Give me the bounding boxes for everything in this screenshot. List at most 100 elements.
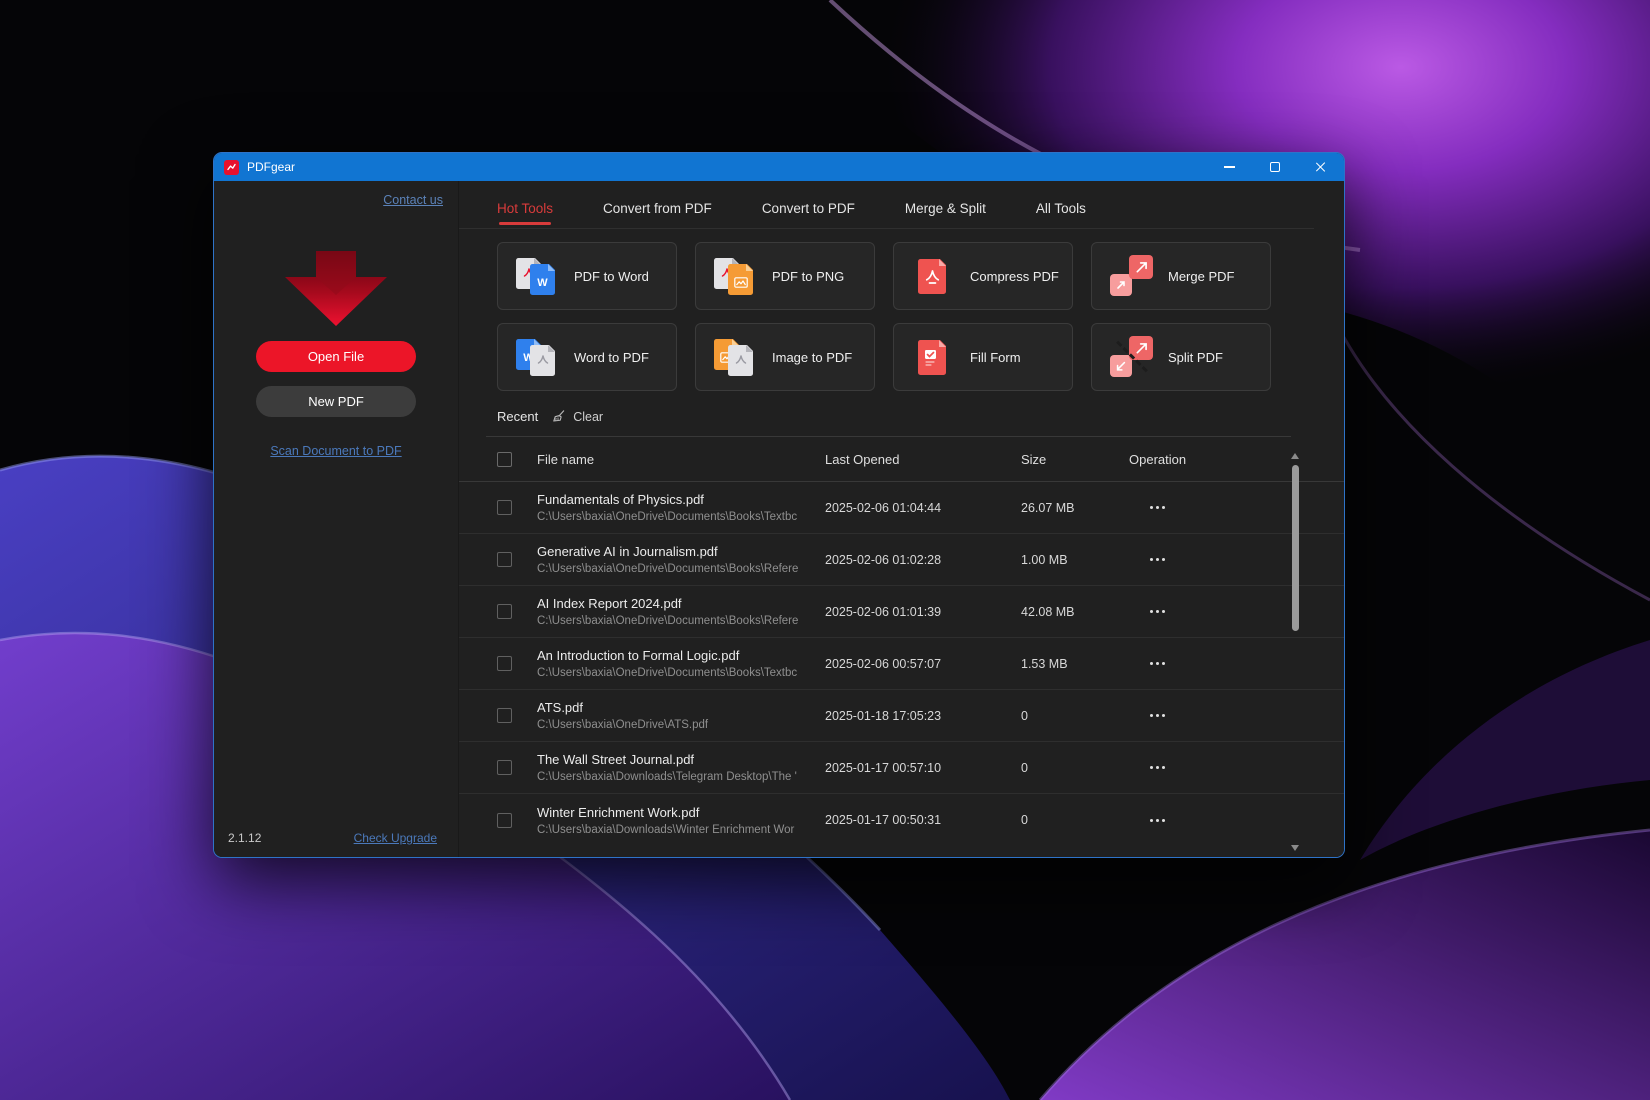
hot-tools-grid: W PDF to Word PDF to PNG <box>497 242 1344 391</box>
row-operation-menu[interactable] <box>1137 662 1177 665</box>
scroll-up-icon[interactable] <box>1291 453 1299 459</box>
file-size: 0 <box>1021 813 1129 827</box>
word-to-pdf-icon: W <box>514 335 560 379</box>
file-path: C:\Users\baxia\Downloads\Winter Enrichme… <box>537 824 825 836</box>
split-pdf-icon <box>1108 335 1154 379</box>
file-name: The Wall Street Journal.pdf <box>537 752 825 767</box>
column-file-name: File name <box>537 452 825 467</box>
row-operation-menu[interactable] <box>1137 506 1177 509</box>
tool-word-to-pdf[interactable]: W Word to PDF <box>497 323 677 391</box>
row-operation-menu[interactable] <box>1137 610 1177 613</box>
tab-all-tools[interactable]: All Tools <box>1036 201 1086 216</box>
last-opened: 2025-01-18 17:05:23 <box>825 709 1021 723</box>
scan-document-link[interactable]: Scan Document to PDF <box>270 444 401 458</box>
tool-label: Fill Form <box>970 350 1021 365</box>
tool-merge-pdf[interactable]: Merge PDF <box>1091 242 1271 310</box>
clear-recent-button[interactable]: Clear <box>573 410 603 424</box>
tool-pdf-to-word[interactable]: W PDF to Word <box>497 242 677 310</box>
file-size: 1.00 MB <box>1021 553 1129 567</box>
file-path: C:\Users\baxia\OneDrive\Documents\Books\… <box>537 511 825 523</box>
row-checkbox[interactable] <box>497 500 512 515</box>
column-size: Size <box>1021 452 1129 467</box>
last-opened: 2025-02-06 00:57:07 <box>825 657 1021 671</box>
table-row[interactable]: Winter Enrichment Work.pdf C:\Users\baxia… <box>459 794 1344 846</box>
file-size: 26.07 MB <box>1021 501 1129 515</box>
minimize-button[interactable] <box>1206 153 1252 181</box>
download-arrow-icon <box>280 249 392 329</box>
tool-label: Image to PDF <box>772 350 852 365</box>
tab-convert-to-pdf[interactable]: Convert to PDF <box>762 201 855 216</box>
tool-pdf-to-png[interactable]: PDF to PNG <box>695 242 875 310</box>
file-path: C:\Users\baxia\OneDrive\ATS.pdf <box>537 719 825 731</box>
tool-label: PDF to Word <box>574 269 649 284</box>
row-checkbox[interactable] <box>497 760 512 775</box>
tool-label: Word to PDF <box>574 350 649 365</box>
table-row[interactable]: Generative AI in Journalism.pdfC:\Users\… <box>459 534 1344 586</box>
titlebar[interactable]: PDFgear <box>214 153 1344 181</box>
tool-image-to-pdf[interactable]: Image to PDF <box>695 323 875 391</box>
row-operation-menu[interactable] <box>1137 766 1177 769</box>
row-checkbox[interactable] <box>497 656 512 671</box>
desktop: PDFgear Contact us <box>0 0 1650 1100</box>
check-upgrade-link[interactable]: Check Upgrade <box>354 831 437 845</box>
last-opened: 2025-02-06 01:04:44 <box>825 501 1021 515</box>
row-checkbox[interactable] <box>497 708 512 723</box>
row-operation-menu[interactable] <box>1137 558 1177 561</box>
maximize-icon <box>1270 162 1280 172</box>
tab-merge-split[interactable]: Merge & Split <box>905 201 986 216</box>
minimize-icon <box>1224 166 1235 167</box>
row-operation-menu[interactable] <box>1137 714 1177 717</box>
app-version: 2.1.12 <box>228 831 261 845</box>
table-row[interactable]: AI Index Report 2024.pdfC:\Users\baxia\O… <box>459 586 1344 638</box>
last-opened: 2025-02-06 01:01:39 <box>825 605 1021 619</box>
file-size: 42.08 MB <box>1021 605 1129 619</box>
tool-fill-form[interactable]: Fill Form <box>893 323 1073 391</box>
close-button[interactable] <box>1298 153 1344 181</box>
new-pdf-button[interactable]: New PDF <box>256 386 416 417</box>
sidebar: Contact us Open File New PDF Scan Docume… <box>214 181 459 858</box>
tab-convert-from-pdf[interactable]: Convert from PDF <box>603 201 712 216</box>
table-row[interactable]: ATS.pdf C:\Users\baxia\OneDrive\ATS.pdf 2… <box>459 690 1344 742</box>
select-all-checkbox[interactable] <box>497 452 512 467</box>
tool-tabs: Hot Tools Convert from PDF Convert to PD… <box>459 201 1314 229</box>
table-row[interactable]: Fundamentals of Physics.pdf C:\Users\baxi… <box>459 482 1344 534</box>
scrollbar-thumb[interactable] <box>1292 465 1299 631</box>
row-checkbox[interactable] <box>497 813 512 828</box>
file-name: An Introduction to Formal Logic.pdf <box>537 648 825 663</box>
table-row[interactable]: An Introduction to Formal Logic.pdf C:\Us… <box>459 638 1344 690</box>
file-name: Winter Enrichment Work.pdf <box>537 805 825 820</box>
recent-heading: Recent <box>497 409 538 424</box>
tool-split-pdf[interactable]: Split PDF <box>1091 323 1271 391</box>
scrollbar[interactable] <box>1291 453 1300 851</box>
last-opened: 2025-01-17 00:50:31 <box>825 813 1021 827</box>
file-path: C:\Users\baxia\Downloads\Telegram Deskto… <box>537 771 825 783</box>
file-path: C:\Users\baxia\OneDrive\Documents\Books\… <box>537 615 825 627</box>
table-row[interactable]: The Wall Street Journal.pdf C:\Users\baxi… <box>459 742 1344 794</box>
main-panel: Hot Tools Convert from PDF Convert to PD… <box>459 181 1344 858</box>
file-name: ATS.pdf <box>537 700 825 715</box>
compress-pdf-icon <box>910 254 956 298</box>
pdf-to-word-icon: W <box>514 254 560 298</box>
row-checkbox[interactable] <box>497 604 512 619</box>
recent-table-header: File name Last Opened Size Operation <box>459 437 1344 482</box>
file-path: C:\Users\baxia\OneDrive\Documents\Books\… <box>537 667 825 679</box>
broom-icon <box>551 409 566 424</box>
column-operation: Operation <box>1129 452 1219 467</box>
scroll-down-icon[interactable] <box>1291 845 1299 851</box>
file-path: C:\Users\baxia\OneDrive\Documents\Books\… <box>537 563 825 575</box>
last-opened: 2025-01-17 00:57:10 <box>825 761 1021 775</box>
tool-compress-pdf[interactable]: Compress PDF <box>893 242 1073 310</box>
tool-label: Merge PDF <box>1168 269 1234 284</box>
tab-hot-tools[interactable]: Hot Tools <box>497 201 553 216</box>
open-file-button[interactable]: Open File <box>256 341 416 372</box>
tool-label: Split PDF <box>1168 350 1223 365</box>
tool-label: PDF to PNG <box>772 269 844 284</box>
last-opened: 2025-02-06 01:02:28 <box>825 553 1021 567</box>
image-to-pdf-icon <box>712 335 758 379</box>
row-operation-menu[interactable] <box>1137 819 1177 822</box>
contact-us-link[interactable]: Contact us <box>383 193 443 207</box>
file-name: Fundamentals of Physics.pdf <box>537 492 825 507</box>
maximize-button[interactable] <box>1252 153 1298 181</box>
pdf-to-png-icon <box>712 254 758 298</box>
row-checkbox[interactable] <box>497 552 512 567</box>
